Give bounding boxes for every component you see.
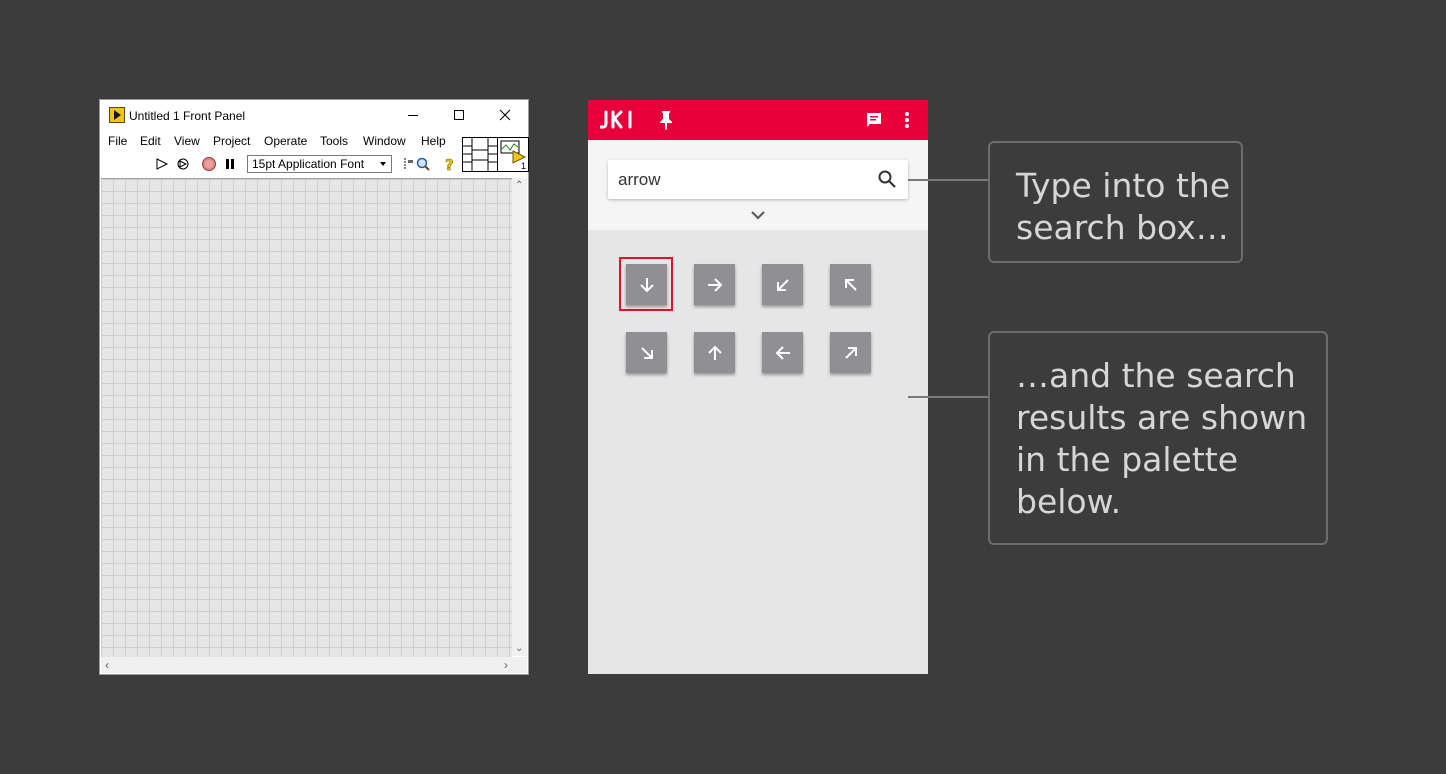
callout-leader-line <box>908 396 988 398</box>
search-box <box>608 160 908 199</box>
maximize-button[interactable] <box>436 100 482 130</box>
front-panel-canvas[interactable] <box>101 178 512 657</box>
menu-operate[interactable]: Operate <box>264 134 307 148</box>
menu-file[interactable]: File <box>108 134 127 148</box>
vi-icon[interactable]: 1 <box>497 137 529 172</box>
minimize-icon <box>408 115 418 116</box>
toolbar: 15pt Application Font ? <box>100 152 460 176</box>
result-arrow-down[interactable] <box>626 264 667 305</box>
labview-front-panel-window: Untitled 1 Front Panel File Edit View Pr… <box>100 100 529 674</box>
callout-line: results are shown <box>1016 398 1308 437</box>
callout-line: …and the search <box>1016 356 1296 395</box>
pin-icon[interactable] <box>658 110 674 130</box>
svg-text:?: ? <box>445 156 454 172</box>
callout-line: below. <box>1016 482 1122 521</box>
menu-edit[interactable]: Edit <box>140 134 161 148</box>
pause-icon[interactable] <box>222 156 238 172</box>
result-arrow-right[interactable] <box>694 264 735 305</box>
font-select-value: 15pt Application Font <box>252 157 365 171</box>
window-title: Untitled 1 Front Panel <box>129 109 246 123</box>
callout-search-results: …and the search results are shown in the… <box>988 331 1328 545</box>
menu-window[interactable]: Window <box>363 134 406 148</box>
arrow-up-left-icon <box>844 278 857 291</box>
arrow-down-left-icon <box>776 278 789 291</box>
result-arrow-up-left[interactable] <box>830 264 871 305</box>
menu-bar: File Edit View Project Operate Tools Win… <box>100 130 460 152</box>
menu-help[interactable]: Help <box>421 134 446 148</box>
arrow-right-icon <box>707 277 722 292</box>
search-icon[interactable] <box>877 169 897 189</box>
labview-app-icon <box>109 107 125 123</box>
arrow-up-icon <box>707 345 722 360</box>
callout-line: in the palette <box>1016 440 1239 479</box>
callout-leader-line <box>908 179 988 181</box>
callout-line: Type into the <box>1016 166 1231 205</box>
arrow-up-right-icon <box>844 346 857 359</box>
callout-text: Type into the search box… <box>1016 165 1230 249</box>
callout-line: search box… <box>1016 208 1229 247</box>
search-area <box>588 140 928 230</box>
maximize-icon <box>454 110 464 120</box>
connector-pane-icon[interactable] <box>462 137 498 172</box>
search-input[interactable] <box>608 160 878 199</box>
vertical-scrollbar[interactable]: ⌃ ⌄ <box>512 178 527 656</box>
result-arrow-up-right[interactable] <box>830 332 871 373</box>
result-arrow-down-left[interactable] <box>762 264 803 305</box>
run-continuously-icon[interactable] <box>175 156 191 172</box>
result-arrow-up[interactable] <box>694 332 735 373</box>
title-bar[interactable]: Untitled 1 Front Panel <box>100 100 528 130</box>
font-select[interactable]: 15pt Application Font <box>247 155 392 173</box>
scroll-up-icon[interactable]: ⌃ <box>515 180 523 191</box>
jki-header <box>588 100 928 140</box>
arrow-down-right-icon <box>640 346 653 359</box>
help-icon[interactable]: ? <box>442 156 458 172</box>
align-objects-icon[interactable] <box>400 156 416 172</box>
horizontal-scrollbar[interactable]: ‹ › <box>101 657 512 673</box>
abort-icon[interactable] <box>201 156 217 172</box>
callout-text: …and the search results are shown in the… <box>1016 355 1307 523</box>
chevron-down-icon[interactable] <box>749 209 767 221</box>
close-icon <box>499 109 511 121</box>
arrow-down-icon <box>639 277 654 292</box>
scroll-left-icon[interactable]: ‹ <box>105 658 109 672</box>
resize-grip[interactable] <box>512 657 527 673</box>
jki-palette-panel <box>588 100 928 674</box>
vi-icon-number: 1 <box>520 161 526 171</box>
arrow-left-icon <box>775 345 790 360</box>
scroll-right-icon[interactable]: › <box>504 658 508 672</box>
minimize-button[interactable] <box>390 100 436 130</box>
menu-project[interactable]: Project <box>213 134 250 148</box>
feedback-icon[interactable] <box>865 111 883 129</box>
result-arrow-down-right[interactable] <box>626 332 667 373</box>
more-options-icon[interactable] <box>900 110 914 130</box>
scroll-down-icon[interactable]: ⌄ <box>515 643 523 654</box>
chevron-down-icon <box>380 162 386 166</box>
menu-view[interactable]: View <box>174 134 200 148</box>
search-icon[interactable] <box>415 156 431 172</box>
close-button[interactable] <box>482 100 528 130</box>
callout-search-box: Type into the search box… <box>988 141 1243 263</box>
jki-logo <box>600 110 632 129</box>
result-arrow-left[interactable] <box>762 332 803 373</box>
menu-tools[interactable]: Tools <box>320 134 348 148</box>
run-icon[interactable] <box>154 156 170 172</box>
